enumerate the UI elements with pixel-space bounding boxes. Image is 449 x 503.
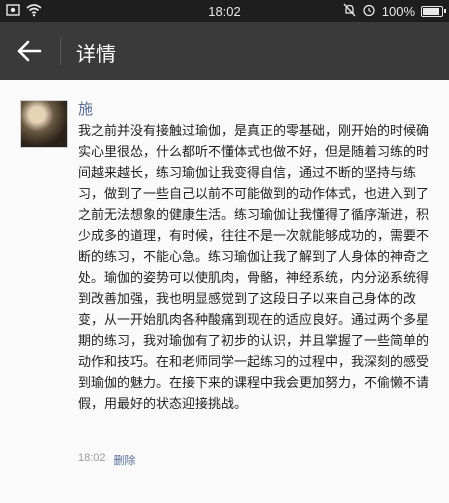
battery-percent: 100% <box>381 4 415 19</box>
author-name[interactable]: 施 <box>78 98 93 119</box>
alarm-icon <box>362 3 376 20</box>
back-arrow-icon <box>17 40 42 62</box>
page-title: 详情 <box>76 42 116 66</box>
delete-button[interactable]: 删除 <box>114 452 136 468</box>
back-button[interactable] <box>14 36 46 66</box>
post-meta: 18:02 删除 <box>78 452 136 468</box>
post-detail: 施 我之前并没有接触过瑜伽，是真正的零基础，刚开始的时候确实心里很怂，什么都听不… <box>0 80 449 503</box>
title-bar: 详情 <box>0 22 449 80</box>
avatar[interactable] <box>20 100 68 148</box>
title-divider <box>60 37 61 65</box>
battery-icon <box>421 6 446 17</box>
post-text: 我之前并没有接触过瑜伽，是真正的零基础，刚开始的时候确实心里很怂，什么都听不懂体… <box>78 124 430 412</box>
status-bar: 18:02 100% <box>0 0 449 22</box>
post-time: 18:02 <box>78 452 106 464</box>
notifications-off-icon <box>343 3 356 20</box>
